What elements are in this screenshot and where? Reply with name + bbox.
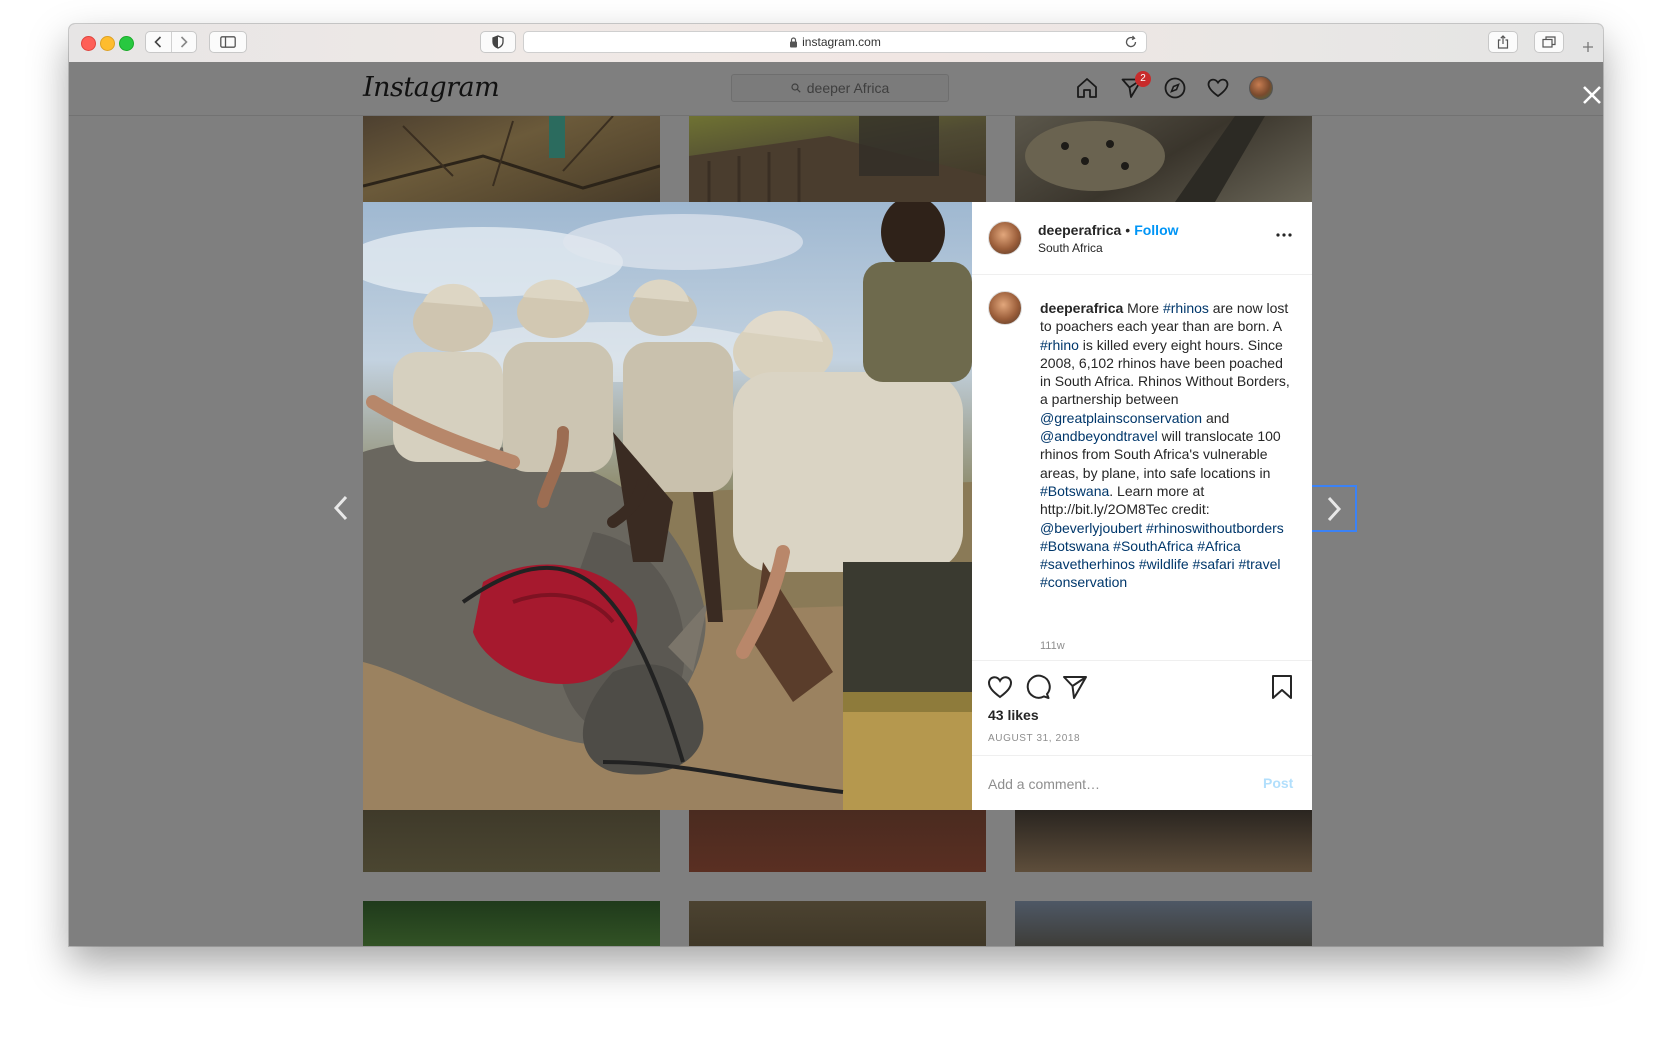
direct-messages-button[interactable]: 2 [1119,71,1151,101]
caption-link[interactable]: #Botswana [1040,483,1109,499]
comment-icon[interactable] [1024,673,1052,701]
thumbnail-branches [363,116,660,190]
back-icon [154,36,162,48]
caption-text: and [1202,409,1230,426]
profile-button[interactable] [1248,75,1274,101]
instagram-header: Instagram deeper Africa 2 [69,62,1603,116]
sidebar-button[interactable] [209,31,247,53]
caption-link[interactable]: @beverlyjoubert [1040,520,1142,536]
next-post-button[interactable] [1312,485,1357,532]
caption-link[interactable]: #travel [1238,556,1280,572]
caption-link[interactable]: #wildlife [1139,556,1189,572]
rhino-translocation-image [363,202,972,810]
post-comment-button[interactable]: Post [1263,775,1293,791]
caption-link[interactable]: @greatplainsconservation [1040,410,1202,426]
location-link[interactable]: South Africa [1038,241,1103,255]
activity-button[interactable] [1205,75,1231,101]
forward-button[interactable] [170,32,197,52]
thumbnail-deck [689,116,986,202]
grid-thumbnail[interactable] [1015,116,1312,202]
grid-thumbnail[interactable] [363,116,660,202]
close-window-button[interactable] [81,36,96,51]
bookmark-icon[interactable] [1268,673,1296,701]
comment-input[interactable] [988,773,1238,795]
plus-icon [1583,42,1593,52]
browser-toolbar: instagram.com [69,24,1603,63]
send-icon[interactable] [1061,673,1089,701]
browser-window: instagram.com Instagram deeper Africa 2 [69,24,1603,946]
shield-icon [492,35,504,49]
post-author: deeperafrica • Follow [1038,222,1179,238]
avatar[interactable] [988,291,1022,325]
username-link[interactable]: deeperafrica [1038,222,1121,238]
url-text: instagram.com [802,35,881,49]
avatar [1249,76,1273,100]
caption-username[interactable]: deeperafrica [1040,300,1123,316]
post-age: 111w [1040,640,1065,652]
post-details-panel: deeperafrica • Follow South Africa deepera… [972,202,1312,810]
back-button[interactable] [146,32,171,52]
post-actions: 43 likes AUGUST 31, 2018 [972,660,1312,756]
caption-link[interactable]: #Botswana [1040,538,1109,554]
caption-link[interactable]: #rhino [1040,337,1079,353]
post-caption: deeperafrica More #rhinos are now lost t… [1040,299,1290,592]
lock-icon [790,36,798,47]
close-icon[interactable] [1577,80,1603,110]
caption-link[interactable]: #safari [1193,556,1235,572]
sidebar-icon [220,36,236,48]
minimize-window-button[interactable] [100,36,115,51]
show-tabs-button[interactable] [1534,31,1564,53]
explore-button[interactable] [1162,75,1188,101]
heart-icon[interactable] [986,673,1014,701]
notification-badge: 2 [1135,71,1151,87]
avatar[interactable] [988,221,1022,255]
search-input[interactable]: deeper Africa [731,74,949,102]
grid-thumbnail[interactable] [1015,810,1312,872]
tabs-icon [1542,36,1556,48]
more-icon[interactable] [1275,230,1293,240]
reload-icon[interactable] [1124,35,1138,49]
share-button[interactable] [1488,31,1518,53]
post-photo[interactable] [363,202,972,810]
caption-link[interactable]: #rhinos [1163,300,1209,316]
follow-button[interactable]: Follow [1134,222,1178,238]
caption-link[interactable]: #Africa [1197,538,1241,554]
comment-bar: Post [972,755,1312,811]
grid-thumbnail[interactable] [363,810,660,872]
caption-link[interactable]: #rhinoswithoutborders [1146,520,1284,536]
caption-link[interactable]: #SouthAfrica [1113,538,1193,554]
search-icon [791,83,801,93]
post-header: deeperafrica • Follow South Africa [972,202,1312,275]
caption-text: More [1123,300,1163,316]
instagram-logo[interactable]: Instagram [363,72,500,103]
chevron-right-icon [1327,496,1341,521]
privacy-report-button[interactable] [480,31,516,53]
home-icon [1077,78,1097,98]
explore-icon [1164,77,1186,99]
share-icon [1497,35,1509,49]
grid-thumbnail[interactable] [1015,901,1312,946]
grid-thumbnail[interactable] [689,901,986,946]
post-date: AUGUST 31, 2018 [988,733,1081,744]
likes-count[interactable]: 43 likes [988,707,1039,723]
forward-icon [180,36,188,48]
search-text: deeper Africa [806,80,890,96]
caption-link[interactable]: #conservation [1040,574,1127,590]
address-bar[interactable]: instagram.com [523,31,1147,53]
heart-icon [1207,78,1229,98]
grid-thumbnail[interactable] [689,810,986,872]
chevron-left-icon[interactable] [331,493,351,523]
caption-link[interactable]: @andbeyondtravel [1040,428,1158,444]
home-button[interactable] [1074,75,1100,101]
separator-dot: • [1125,222,1131,238]
grid-thumbnail[interactable] [689,116,986,202]
history-nav [145,31,197,53]
grid-thumbnail[interactable] [363,901,660,946]
caption-link[interactable]: #savetherhinos [1040,556,1135,572]
thumbnail-leopard [1025,116,1265,202]
new-tab-button[interactable] [1575,36,1601,58]
zoom-window-button[interactable] [119,36,134,51]
